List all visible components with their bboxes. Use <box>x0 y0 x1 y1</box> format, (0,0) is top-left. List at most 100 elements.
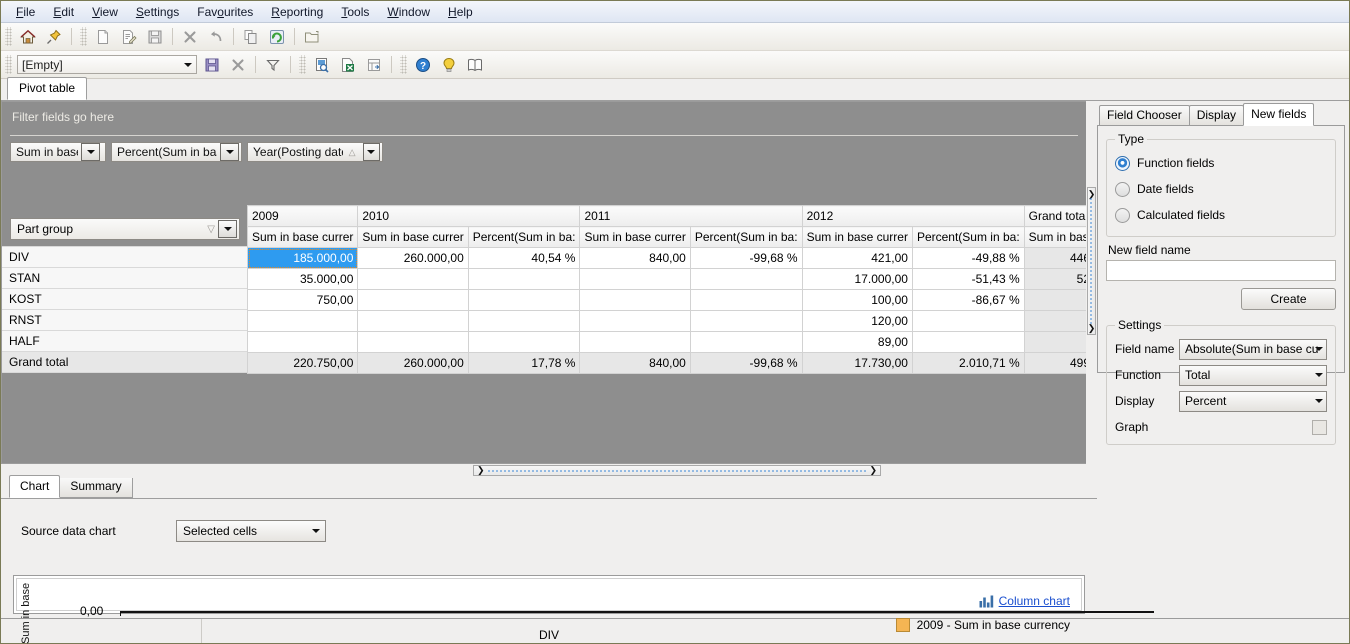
cell-total[interactable]: 499.320,00 <box>1024 353 1086 374</box>
column-group-2011[interactable]: 2011 <box>580 206 802 227</box>
measure-header[interactable]: Sum in base currer <box>802 227 912 248</box>
tab-summary[interactable]: Summary <box>59 476 132 498</box>
measure-header[interactable]: Sum in base currer <box>1024 227 1086 248</box>
column-group-grand-total[interactable]: Grand total <box>1024 206 1086 227</box>
field-button-sum-in-base-currency[interactable]: Sum in base cu <box>10 142 106 162</box>
row-label-grand-total[interactable]: Grand total <box>2 352 247 373</box>
menu-view[interactable]: View <box>83 3 127 21</box>
cell[interactable] <box>358 269 468 290</box>
refresh-icon[interactable] <box>265 25 289 48</box>
measure-header[interactable]: Percent(Sum in ba: <box>690 227 802 248</box>
home-icon[interactable] <box>16 25 40 48</box>
cell[interactable]: 120,00 <box>802 311 912 332</box>
cell-grand-total[interactable]: 89,00 <box>1024 332 1086 353</box>
cell[interactable] <box>580 332 690 353</box>
row-label[interactable]: KOST <box>2 289 247 310</box>
menu-window[interactable]: Window <box>378 3 439 21</box>
row-label[interactable]: DIV <box>2 247 247 268</box>
menu-settings[interactable]: Settings <box>127 3 188 21</box>
chevron-down-icon[interactable] <box>312 521 320 541</box>
cell-total[interactable]: 17,78 % <box>468 353 580 374</box>
row-label[interactable]: RNST <box>2 310 247 331</box>
cell[interactable]: -51,43 % <box>912 269 1024 290</box>
filter-drop-zone[interactable]: Filter fields go here <box>2 102 1086 132</box>
column-group-2009[interactable]: 2009 <box>248 206 358 227</box>
menu-favourites[interactable]: Favourites <box>188 3 262 21</box>
chevron-down-icon[interactable] <box>1315 392 1323 411</box>
toolbar-grip-3[interactable] <box>5 55 12 74</box>
cell-total[interactable]: 17.730,00 <box>802 353 912 374</box>
cell[interactable]: 35.000,00 <box>248 269 358 290</box>
row-label[interactable]: STAN <box>2 268 247 289</box>
cell-selected[interactable]: 185.000,00 <box>248 248 358 269</box>
tab-display[interactable]: Display <box>1189 105 1244 126</box>
tab-pivot-table[interactable]: Pivot table <box>7 77 87 100</box>
radio-selected-icon[interactable] <box>1115 156 1130 171</box>
display-select[interactable]: Percent <box>1179 391 1327 412</box>
chevron-down-icon[interactable] <box>1315 340 1323 359</box>
cell-grand-total[interactable]: 446.261,00 <box>1024 248 1086 269</box>
cell[interactable]: 421,00 <box>802 248 912 269</box>
cell[interactable] <box>912 332 1024 353</box>
toolbar-grip-5[interactable] <box>400 55 407 74</box>
cell[interactable]: 840,00 <box>580 248 690 269</box>
cell-grand-total[interactable]: 850,00 <box>1024 290 1086 311</box>
cell-grand-total[interactable]: 52.000,00 <box>1024 269 1086 290</box>
save-icon[interactable] <box>143 25 167 48</box>
menu-tools[interactable]: Tools <box>332 3 378 21</box>
open-folder-icon[interactable] <box>300 25 324 48</box>
cell[interactable]: 100,00 <box>802 290 912 311</box>
chevron-right-icon-2[interactable]: ❯ <box>1088 324 1096 332</box>
cell-grand-total[interactable]: 120,00 <box>1024 311 1086 332</box>
new-field-name-input[interactable] <box>1106 260 1336 281</box>
delete-favourite-icon[interactable] <box>226 53 250 76</box>
menu-file[interactable]: File <box>7 3 44 21</box>
pin-icon[interactable] <box>42 25 66 48</box>
column-group-2012[interactable]: 2012 <box>802 206 1024 227</box>
delete-icon[interactable] <box>178 25 202 48</box>
measure-header[interactable]: Sum in base currer <box>248 227 358 248</box>
vertical-splitter[interactable]: ❯ ❯ <box>1086 101 1097 464</box>
undo-icon[interactable] <box>204 25 228 48</box>
measure-header[interactable]: Sum in base currer <box>358 227 468 248</box>
copy-icon[interactable] <box>239 25 263 48</box>
export-layout-icon[interactable] <box>362 53 386 76</box>
row-field-button-part-group[interactable]: Part group ▽ <box>10 218 240 240</box>
cell[interactable] <box>468 311 580 332</box>
radio-unselected-icon-2[interactable] <box>1115 208 1130 223</box>
favourites-combo[interactable]: [Empty] <box>17 55 197 74</box>
cell[interactable] <box>468 290 580 311</box>
cell[interactable] <box>580 311 690 332</box>
cell[interactable] <box>690 332 802 353</box>
cell-total[interactable]: 260.000,00 <box>358 353 468 374</box>
menu-help[interactable]: Help <box>439 3 482 21</box>
chevron-down-icon[interactable] <box>220 143 239 161</box>
cell[interactable]: 40,54 % <box>468 248 580 269</box>
chevron-down-icon-2[interactable]: ❯ <box>869 466 877 475</box>
cell[interactable] <box>690 269 802 290</box>
save-favourite-icon[interactable] <box>200 53 224 76</box>
cell[interactable] <box>248 332 358 353</box>
cell[interactable]: 750,00 <box>248 290 358 311</box>
cell[interactable] <box>358 290 468 311</box>
cell-total[interactable]: 220.750,00 <box>248 353 358 374</box>
export-excel-icon[interactable] <box>336 53 360 76</box>
toolbar-grip-4[interactable] <box>299 55 306 74</box>
cell[interactable] <box>468 269 580 290</box>
menu-edit[interactable]: Edit <box>44 3 83 21</box>
cell[interactable]: 260.000,00 <box>358 248 468 269</box>
chevron-down-icon[interactable] <box>218 220 237 238</box>
new-document-icon[interactable] <box>91 25 115 48</box>
menu-reporting[interactable]: Reporting <box>262 3 332 21</box>
source-data-combo[interactable]: Selected cells <box>176 520 326 542</box>
measure-header[interactable]: Sum in base currer <box>580 227 690 248</box>
cell[interactable]: 17.000,00 <box>802 269 912 290</box>
function-select[interactable]: Total <box>1179 365 1327 386</box>
cell[interactable] <box>912 311 1024 332</box>
cell[interactable] <box>580 290 690 311</box>
cell-total[interactable]: 840,00 <box>580 353 690 374</box>
column-group-2010[interactable]: 2010 <box>358 206 580 227</box>
create-button[interactable]: Create <box>1241 288 1336 310</box>
row-label[interactable]: HALF <box>2 331 247 352</box>
cell[interactable] <box>358 311 468 332</box>
